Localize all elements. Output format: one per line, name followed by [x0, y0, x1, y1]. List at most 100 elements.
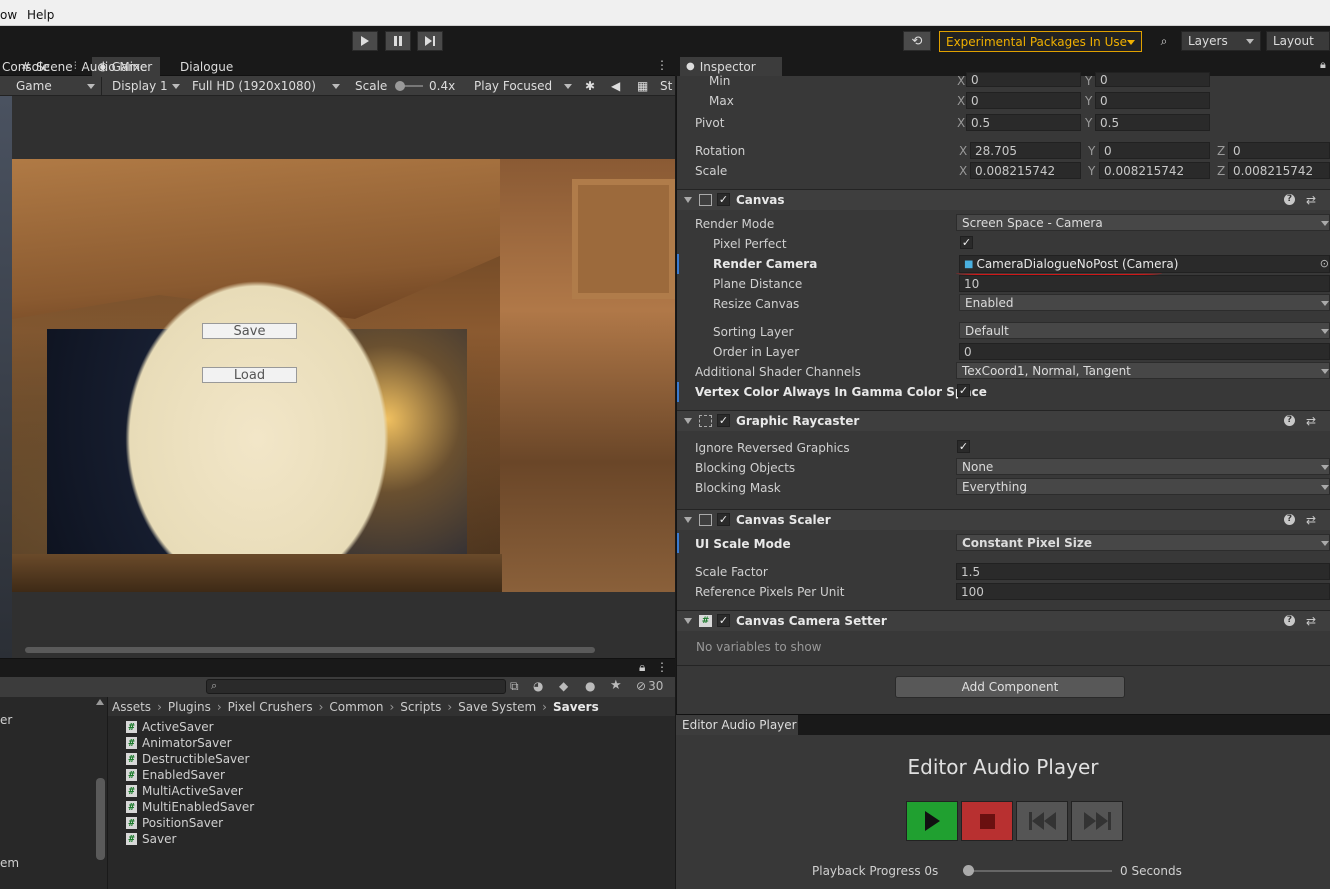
history-button[interactable]: ⟲: [903, 31, 931, 51]
project-search-input[interactable]: ⌕: [206, 679, 506, 694]
raycaster-enabled-checkbox[interactable]: ✓: [717, 414, 730, 427]
filter-type-icon[interactable]: ◕: [533, 679, 543, 693]
help-icon[interactable]: ?: [1284, 194, 1295, 205]
help-icon[interactable]: ?: [1284, 514, 1295, 525]
scaler-enabled-checkbox[interactable]: ✓: [717, 513, 730, 526]
layout-dropdown[interactable]: Layout: [1266, 31, 1330, 51]
pause-button[interactable]: [385, 31, 411, 51]
breadcrumb-item[interactable]: Pixel Crushers: [228, 700, 313, 714]
plane-distance-field[interactable]: 10: [959, 275, 1330, 292]
rotation-z-field[interactable]: 0: [1228, 142, 1330, 159]
menu-item-help[interactable]: Help: [27, 8, 54, 22]
settings-icon[interactable]: ⇄: [1306, 414, 1316, 428]
add-component-button[interactable]: Add Component: [895, 676, 1125, 698]
breadcrumb-item[interactable]: Plugins: [168, 700, 211, 714]
ref-ppu-field[interactable]: 100: [956, 583, 1330, 600]
tab-editor-audio-player[interactable]: Editor Audio Player: [676, 715, 798, 735]
pixel-perfect-checkbox[interactable]: ✓: [960, 236, 973, 249]
info-icon[interactable]: ●: [585, 679, 595, 693]
list-item[interactable]: # ActiveSaver: [126, 719, 214, 735]
settings-icon[interactable]: ⇄: [1306, 513, 1316, 527]
game-mode-dropdown[interactable]: Game: [0, 77, 102, 95]
graphic-raycaster-header[interactable]: ✓ Graphic Raycaster ? ⇄: [677, 410, 1330, 431]
bug-icon[interactable]: ✱: [585, 77, 601, 95]
search-button[interactable]: ⌕: [1150, 31, 1178, 51]
breadcrumb-item[interactable]: Common: [329, 700, 383, 714]
tree-item-partial[interactable]: em: [0, 856, 19, 870]
scale-slider[interactable]: [393, 77, 423, 95]
playback-slider-handle[interactable]: [963, 865, 974, 876]
panel-menu-icon[interactable]: ⋮: [656, 58, 668, 72]
ignore-reversed-checkbox[interactable]: ✓: [957, 440, 970, 453]
save-search-icon[interactable]: ⧉: [510, 679, 519, 694]
filter-label-icon[interactable]: ◆: [559, 679, 568, 693]
canvas-enabled-checkbox[interactable]: ✓: [717, 193, 730, 206]
render-mode-dropdown[interactable]: Screen Space - Camera: [956, 214, 1330, 231]
audio-next-button[interactable]: [1071, 801, 1123, 841]
breadcrumb-item[interactable]: Save System: [458, 700, 536, 714]
tab-dialogue[interactable]: Dialogue: [174, 57, 244, 76]
audio-mute-icon[interactable]: ◀: [611, 77, 627, 95]
play-button[interactable]: [352, 31, 378, 51]
game-load-button[interactable]: Load: [202, 367, 297, 383]
rotation-y-field[interactable]: 0: [1099, 142, 1210, 159]
audio-previous-button[interactable]: [1016, 801, 1068, 841]
min-y-field[interactable]: 0: [1095, 72, 1210, 87]
list-item[interactable]: # DestructibleSaver: [126, 751, 249, 767]
foldout-icon[interactable]: [684, 517, 692, 523]
experimental-packages-dropdown[interactable]: Experimental Packages In Use: [939, 31, 1142, 52]
hidden-packages-toggle[interactable]: ⊘ 30: [636, 679, 663, 693]
tree-item-partial[interactable]: er: [0, 713, 12, 727]
vertex-color-checkbox[interactable]: ✓: [957, 384, 970, 397]
scale-y-field[interactable]: 0.008215742: [1099, 162, 1210, 179]
foldout-icon[interactable]: [684, 197, 692, 203]
breadcrumb-item[interactable]: Assets: [112, 700, 151, 714]
playback-slider-track[interactable]: [967, 870, 1112, 872]
rotation-x-field[interactable]: 28.705: [970, 142, 1081, 159]
resize-canvas-dropdown[interactable]: Enabled: [959, 294, 1330, 311]
tab-inspector[interactable]: ● Inspector: [680, 57, 782, 76]
order-in-layer-field[interactable]: 0: [959, 343, 1330, 360]
project-folder-tree[interactable]: er em: [0, 697, 108, 889]
breadcrumb-current[interactable]: Savers: [553, 700, 599, 714]
pivot-y-field[interactable]: 0.5: [1095, 114, 1210, 131]
canvas-scaler-header[interactable]: ✓ Canvas Scaler ? ⇄: [677, 509, 1330, 530]
list-item[interactable]: # EnabledSaver: [126, 767, 225, 783]
camera-setter-enabled-checkbox[interactable]: ✓: [717, 614, 730, 627]
ui-scale-mode-dropdown[interactable]: Constant Pixel Size: [956, 534, 1330, 551]
list-item[interactable]: # MultiActiveSaver: [126, 783, 243, 799]
panel-menu-icon[interactable]: ⋮: [656, 660, 668, 674]
blocking-mask-dropdown[interactable]: Everything: [956, 478, 1330, 495]
layers-dropdown[interactable]: Layers: [1181, 31, 1261, 51]
help-icon[interactable]: ?: [1284, 415, 1295, 426]
scroll-up-icon[interactable]: [96, 699, 104, 705]
play-mode-dropdown[interactable]: Play Focused: [468, 77, 578, 95]
list-item[interactable]: # Saver: [126, 831, 176, 847]
sorting-layer-dropdown[interactable]: Default: [959, 322, 1330, 339]
game-horizontal-scrollbar[interactable]: [25, 647, 595, 653]
scale-x-field[interactable]: 0.008215742: [970, 162, 1081, 179]
max-y-field[interactable]: 0: [1095, 92, 1210, 109]
stats-button[interactable]: St: [660, 77, 675, 95]
canvas-camera-setter-header[interactable]: # ✓ Canvas Camera Setter ? ⇄: [677, 610, 1330, 631]
tree-vertical-scrollbar[interactable]: [96, 778, 105, 860]
audio-play-button[interactable]: [906, 801, 958, 841]
resolution-dropdown[interactable]: Full HD (1920x1080): [186, 77, 346, 95]
pivot-x-field[interactable]: 0.5: [966, 114, 1081, 131]
gizmo-grid-icon[interactable]: ▦: [637, 77, 653, 95]
list-item[interactable]: # AnimatorSaver: [126, 735, 232, 751]
max-x-field[interactable]: 0: [966, 92, 1081, 109]
foldout-icon[interactable]: [684, 418, 692, 424]
object-picker-icon[interactable]: ⊙: [1320, 257, 1329, 270]
breadcrumb-item[interactable]: Scripts: [400, 700, 441, 714]
scale-factor-field[interactable]: 1.5: [956, 563, 1330, 580]
display-dropdown[interactable]: Display 1: [106, 77, 186, 95]
list-item[interactable]: # MultiEnabledSaver: [126, 799, 254, 815]
settings-icon[interactable]: ⇄: [1306, 614, 1316, 628]
scale-z-field[interactable]: 0.008215742: [1228, 162, 1330, 179]
step-button[interactable]: [417, 31, 443, 51]
list-item[interactable]: # PositionSaver: [126, 815, 223, 831]
favorite-star-icon[interactable]: ★: [610, 678, 622, 693]
canvas-component-header[interactable]: ✓ Canvas ? ⇄: [677, 189, 1330, 210]
lock-icon[interactable]: 🔒︎: [1320, 58, 1326, 72]
